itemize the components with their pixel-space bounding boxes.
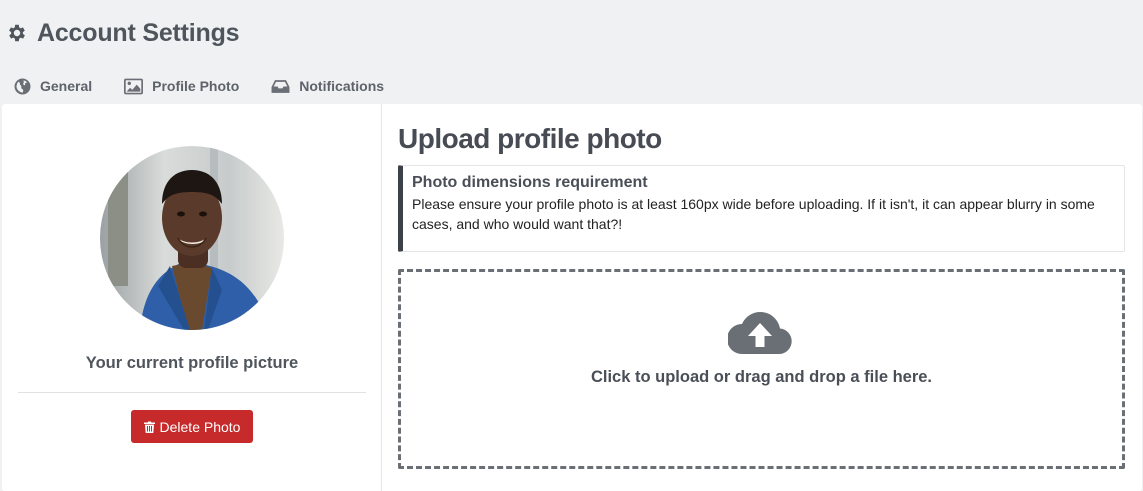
- page-header: Account Settings: [6, 16, 240, 50]
- page-title: Account Settings: [37, 18, 240, 47]
- globe-icon: [14, 78, 31, 94]
- upload-title: Upload profile photo: [398, 123, 662, 154]
- notice-text: Please ensure your profile photo is at l…: [412, 196, 1095, 232]
- upload-panel: Upload profile photo Photo dimensions re…: [383, 104, 1142, 491]
- current-photo-panel: Your current profile picture Delete Phot…: [2, 104, 382, 491]
- dropzone-text: Click to upload or drag and drop a file …: [590, 368, 933, 386]
- delete-photo-button[interactable]: Delete Photo: [131, 410, 253, 443]
- current-photo-label: Your current profile picture: [85, 354, 299, 372]
- tab-general[interactable]: General: [14, 78, 92, 95]
- image-icon: [124, 78, 144, 94]
- cloud-upload-icon: [728, 312, 792, 354]
- avatar: [100, 146, 284, 330]
- tab-profile-photo[interactable]: Profile Photo: [124, 78, 239, 95]
- tab-label: Notifications: [299, 78, 385, 94]
- gear-icon: [9, 24, 25, 42]
- dimensions-notice: Photo dimensions requirement Please ensu…: [398, 165, 1125, 252]
- file-dropzone[interactable]: Click to upload or drag and drop a file …: [398, 269, 1125, 469]
- notice-title: Photo dimensions requirement: [412, 174, 648, 191]
- tab-label: General: [40, 78, 93, 94]
- divider: [18, 392, 366, 393]
- inbox-icon: [271, 79, 290, 93]
- settings-tabs: General Profile Photo Notifications: [14, 74, 416, 98]
- trash-icon: [143, 421, 155, 433]
- settings-panel: Your current profile picture Delete Phot…: [2, 104, 1142, 491]
- delete-photo-label: Delete Photo: [159, 418, 241, 435]
- profile-photo: [100, 146, 284, 330]
- tab-notifications[interactable]: Notifications: [271, 78, 384, 95]
- tab-label: Profile Photo: [152, 78, 240, 94]
